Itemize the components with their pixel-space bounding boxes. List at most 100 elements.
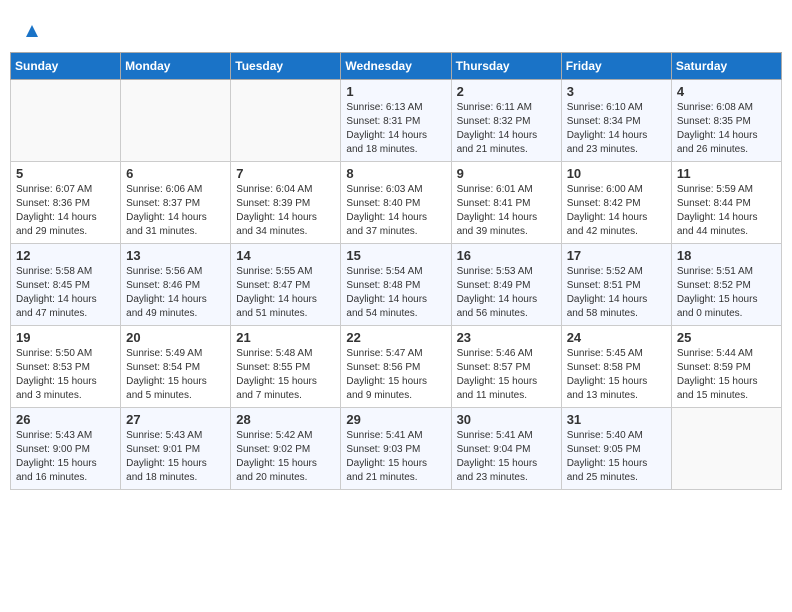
- calendar-cell: 20 Sunrise: 5:49 AM Sunset: 8:54 PM Dayli…: [121, 326, 231, 408]
- cell-info: Sunrise: 6:11 AM Sunset: 8:32 PM Dayligh…: [457, 101, 556, 157]
- calendar-cell: 11 Sunrise: 5:59 AM Sunset: 8:44 PM Dayli…: [671, 162, 781, 244]
- calendar-cell: [671, 408, 781, 490]
- calendar-cell: 31 Sunrise: 5:40 AM Sunset: 9:05 PM Dayli…: [561, 408, 671, 490]
- day-number: 18: [677, 248, 776, 263]
- cell-info: Sunrise: 5:43 AM Sunset: 9:00 PM Dayligh…: [16, 429, 115, 485]
- header-row: SundayMondayTuesdayWednesdayThursdayFrid…: [11, 53, 782, 80]
- calendar-cell: [11, 80, 121, 162]
- cell-info: Sunrise: 5:42 AM Sunset: 9:02 PM Dayligh…: [236, 429, 335, 485]
- cell-info: Sunrise: 6:04 AM Sunset: 8:39 PM Dayligh…: [236, 183, 335, 239]
- day-number: 17: [567, 248, 666, 263]
- cell-info: Sunrise: 5:53 AM Sunset: 8:49 PM Dayligh…: [457, 265, 556, 321]
- day-number: 20: [126, 330, 225, 345]
- cell-info: Sunrise: 6:10 AM Sunset: 8:34 PM Dayligh…: [567, 101, 666, 157]
- week-row-5: 26Sunrise: 5:43 AM Sunset: 9:00 PM Dayli…: [11, 408, 782, 490]
- day-number: 2: [457, 84, 556, 99]
- calendar-cell: 7 Sunrise: 6:04 AM Sunset: 8:39 PM Daylig…: [231, 162, 341, 244]
- calendar-cell: 6 Sunrise: 6:06 AM Sunset: 8:37 PM Daylig…: [121, 162, 231, 244]
- cell-info: Sunrise: 5:41 AM Sunset: 9:04 PM Dayligh…: [457, 429, 556, 485]
- page-header: [10, 10, 782, 48]
- day-number: 16: [457, 248, 556, 263]
- cell-info: Sunrise: 6:08 AM Sunset: 8:35 PM Dayligh…: [677, 101, 776, 157]
- cell-info: Sunrise: 5:41 AM Sunset: 9:03 PM Dayligh…: [346, 429, 445, 485]
- day-number: 28: [236, 412, 335, 427]
- calendar-cell: 25 Sunrise: 5:44 AM Sunset: 8:59 PM Dayli…: [671, 326, 781, 408]
- cell-info: Sunrise: 5:40 AM Sunset: 9:05 PM Dayligh…: [567, 429, 666, 485]
- calendar-cell: 9 Sunrise: 6:01 AM Sunset: 8:41 PM Daylig…: [451, 162, 561, 244]
- calendar-cell: 18 Sunrise: 5:51 AM Sunset: 8:52 PM Dayli…: [671, 244, 781, 326]
- cell-info: Sunrise: 5:44 AM Sunset: 8:59 PM Dayligh…: [677, 347, 776, 403]
- day-number: 14: [236, 248, 335, 263]
- calendar-cell: 28 Sunrise: 5:42 AM Sunset: 9:02 PM Dayli…: [231, 408, 341, 490]
- calendar-table: SundayMondayTuesdayWednesdayThursdayFrid…: [10, 52, 782, 490]
- day-number: 1: [346, 84, 445, 99]
- calendar-cell: 5 Sunrise: 6:07 AM Sunset: 8:36 PM Daylig…: [11, 162, 121, 244]
- calendar-cell: 10 Sunrise: 6:00 AM Sunset: 8:42 PM Dayli…: [561, 162, 671, 244]
- cell-info: Sunrise: 6:06 AM Sunset: 8:37 PM Dayligh…: [126, 183, 225, 239]
- week-row-2: 5 Sunrise: 6:07 AM Sunset: 8:36 PM Daylig…: [11, 162, 782, 244]
- cell-info: Sunrise: 5:46 AM Sunset: 8:57 PM Dayligh…: [457, 347, 556, 403]
- day-number: 21: [236, 330, 335, 345]
- calendar-cell: 23 Sunrise: 5:46 AM Sunset: 8:57 PM Dayli…: [451, 326, 561, 408]
- calendar-cell: 16 Sunrise: 5:53 AM Sunset: 8:49 PM Dayli…: [451, 244, 561, 326]
- calendar-cell: 26Sunrise: 5:43 AM Sunset: 9:00 PM Dayli…: [11, 408, 121, 490]
- day-number: 6: [126, 166, 225, 181]
- column-header-thursday: Thursday: [451, 53, 561, 80]
- cell-info: Sunrise: 6:13 AM Sunset: 8:31 PM Dayligh…: [346, 101, 445, 157]
- cell-info: Sunrise: 5:48 AM Sunset: 8:55 PM Dayligh…: [236, 347, 335, 403]
- day-number: 5: [16, 166, 115, 181]
- cell-info: Sunrise: 5:50 AM Sunset: 8:53 PM Dayligh…: [16, 347, 115, 403]
- day-number: 30: [457, 412, 556, 427]
- cell-info: Sunrise: 5:59 AM Sunset: 8:44 PM Dayligh…: [677, 183, 776, 239]
- day-number: 15: [346, 248, 445, 263]
- calendar-cell: 15 Sunrise: 5:54 AM Sunset: 8:48 PM Dayli…: [341, 244, 451, 326]
- day-number: 7: [236, 166, 335, 181]
- calendar-cell: 1 Sunrise: 6:13 AM Sunset: 8:31 PM Daylig…: [341, 80, 451, 162]
- day-number: 3: [567, 84, 666, 99]
- day-number: 8: [346, 166, 445, 181]
- cell-info: Sunrise: 6:00 AM Sunset: 8:42 PM Dayligh…: [567, 183, 666, 239]
- column-header-tuesday: Tuesday: [231, 53, 341, 80]
- calendar-cell: 29 Sunrise: 5:41 AM Sunset: 9:03 PM Dayli…: [341, 408, 451, 490]
- cell-info: Sunrise: 5:49 AM Sunset: 8:54 PM Dayligh…: [126, 347, 225, 403]
- calendar-cell: [231, 80, 341, 162]
- day-number: 27: [126, 412, 225, 427]
- day-number: 9: [457, 166, 556, 181]
- column-header-sunday: Sunday: [11, 53, 121, 80]
- week-row-3: 12Sunrise: 5:58 AM Sunset: 8:45 PM Dayli…: [11, 244, 782, 326]
- day-number: 19: [16, 330, 115, 345]
- day-number: 31: [567, 412, 666, 427]
- day-number: 11: [677, 166, 776, 181]
- calendar-cell: 12Sunrise: 5:58 AM Sunset: 8:45 PM Dayli…: [11, 244, 121, 326]
- day-number: 10: [567, 166, 666, 181]
- calendar-cell: 14Sunrise: 5:55 AM Sunset: 8:47 PM Dayli…: [231, 244, 341, 326]
- calendar-cell: 21 Sunrise: 5:48 AM Sunset: 8:55 PM Dayli…: [231, 326, 341, 408]
- cell-info: Sunrise: 6:07 AM Sunset: 8:36 PM Dayligh…: [16, 183, 115, 239]
- day-number: 25: [677, 330, 776, 345]
- day-number: 23: [457, 330, 556, 345]
- calendar-cell: 30 Sunrise: 5:41 AM Sunset: 9:04 PM Dayli…: [451, 408, 561, 490]
- cell-info: Sunrise: 6:03 AM Sunset: 8:40 PM Dayligh…: [346, 183, 445, 239]
- calendar-cell: 13Sunrise: 5:56 AM Sunset: 8:46 PM Dayli…: [121, 244, 231, 326]
- cell-info: Sunrise: 5:51 AM Sunset: 8:52 PM Dayligh…: [677, 265, 776, 321]
- cell-info: Sunrise: 5:45 AM Sunset: 8:58 PM Dayligh…: [567, 347, 666, 403]
- week-row-1: 1 Sunrise: 6:13 AM Sunset: 8:31 PM Daylig…: [11, 80, 782, 162]
- calendar-cell: [121, 80, 231, 162]
- day-number: 22: [346, 330, 445, 345]
- column-header-monday: Monday: [121, 53, 231, 80]
- cell-info: Sunrise: 5:43 AM Sunset: 9:01 PM Dayligh…: [126, 429, 225, 485]
- logo-icon: [22, 21, 42, 41]
- cell-info: Sunrise: 5:56 AM Sunset: 8:46 PM Dayligh…: [126, 265, 225, 321]
- calendar-cell: 24 Sunrise: 5:45 AM Sunset: 8:58 PM Dayli…: [561, 326, 671, 408]
- logo: [20, 18, 42, 44]
- column-header-friday: Friday: [561, 53, 671, 80]
- column-header-saturday: Saturday: [671, 53, 781, 80]
- cell-info: Sunrise: 6:01 AM Sunset: 8:41 PM Dayligh…: [457, 183, 556, 239]
- cell-info: Sunrise: 5:54 AM Sunset: 8:48 PM Dayligh…: [346, 265, 445, 321]
- calendar-cell: 8 Sunrise: 6:03 AM Sunset: 8:40 PM Daylig…: [341, 162, 451, 244]
- calendar-cell: 19 Sunrise: 5:50 AM Sunset: 8:53 PM Dayli…: [11, 326, 121, 408]
- cell-info: Sunrise: 5:58 AM Sunset: 8:45 PM Dayligh…: [16, 265, 115, 321]
- week-row-4: 19 Sunrise: 5:50 AM Sunset: 8:53 PM Dayli…: [11, 326, 782, 408]
- day-number: 24: [567, 330, 666, 345]
- day-number: 29: [346, 412, 445, 427]
